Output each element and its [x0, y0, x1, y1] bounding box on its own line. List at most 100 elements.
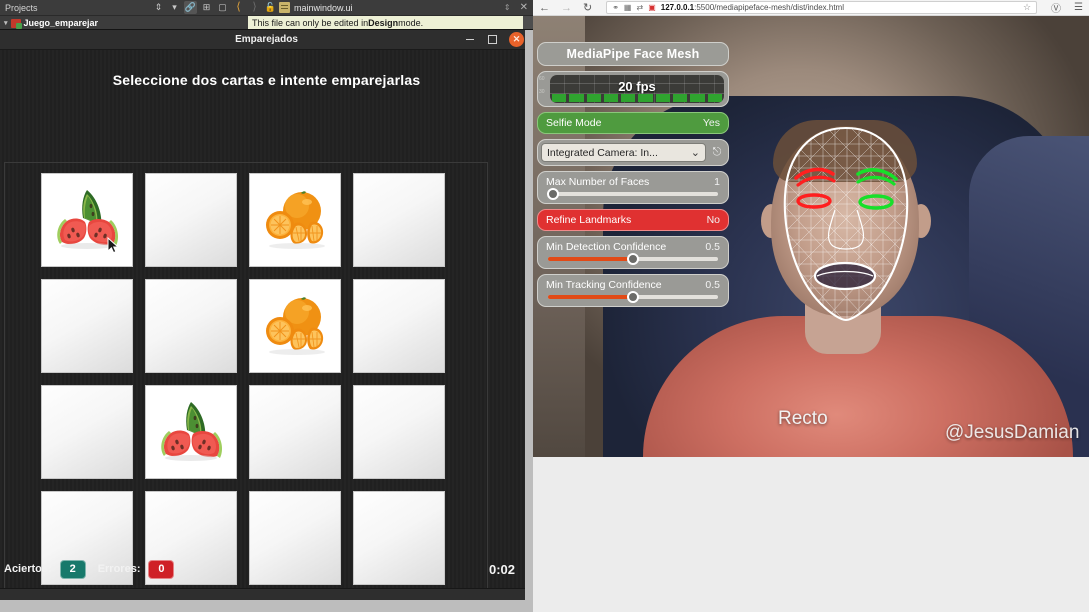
editor-file-tab[interactable]: mainwindow.ui ⇕ ✕ [277, 2, 533, 13]
slider-track[interactable] [547, 188, 718, 200]
game-status-bar: Aciertos: 2 Errores: 0 0:02 [0, 552, 533, 586]
selfie-mode-value: Yes [702, 117, 720, 129]
card-face-up[interactable] [249, 279, 341, 373]
file-tab-label: mainwindow.ui [294, 2, 353, 13]
split-add-icon[interactable]: ⊞ [200, 1, 213, 14]
ide-toolbar-icons: ⇕ ▾ 🔗 ⊞ ▢ ⟨ ⟩ 🔓 [152, 1, 277, 14]
app-titlebar: Emparejados ✕ [0, 30, 533, 50]
reader-icon[interactable]: ⇄ [636, 3, 643, 12]
face-outline [783, 126, 909, 322]
selfie-mode-label: Selfie Mode [546, 117, 602, 129]
tab-selector-icon[interactable]: ⇕ [504, 3, 511, 12]
slider-max-faces[interactable]: Max Number of Faces 1 [537, 171, 729, 204]
card-face-up[interactable] [145, 385, 237, 479]
errors-label: Errores: [97, 563, 141, 575]
browser-toolbar: ← → ↻ ⚭ ▦ ⇄ ▣ 127.0.0.1:5500/mediapipefa… [533, 0, 1089, 16]
refine-landmarks-value: No [706, 214, 720, 226]
slider-track[interactable] [548, 291, 718, 303]
shield-icon[interactable]: ⚭ [612, 3, 619, 12]
nav-forward-icon[interactable]: ⟩ [248, 1, 261, 14]
card-face-down[interactable] [249, 385, 341, 479]
mediapipe-control-panel: MediaPipe Face Mesh 60 30 20 fps Selfie … [537, 42, 729, 307]
browser-nav: ← → ↻ [539, 1, 592, 15]
maximize-button[interactable] [486, 33, 499, 46]
window-buttons: ✕ [463, 32, 533, 47]
slider-knob[interactable] [627, 291, 639, 303]
filter-icon[interactable]: ▾ [168, 1, 181, 14]
refine-landmarks-toggle[interactable]: Refine Landmarks No [537, 209, 729, 231]
app-window-title: Emparejados [235, 34, 298, 45]
webcam-canvas: Recto @JesusDamian MediaPipe Face Mesh 6… [533, 16, 1089, 457]
fps-bar [690, 94, 705, 102]
slider-knob[interactable] [547, 188, 560, 200]
project-node-label: Juego_emparejar [23, 18, 99, 28]
card-face-down[interactable] [353, 385, 445, 479]
collapse-icon[interactable]: ▢ [216, 1, 229, 14]
url-bar[interactable]: ⚭ ▦ ⇄ ▣ 127.0.0.1:5500/mediapipeface-mes… [606, 1, 1038, 14]
left-eye-landmark [796, 193, 832, 209]
emparejados-window: Emparejados ✕ Seleccione dos cartas e in… [0, 30, 533, 600]
hits-badge: 2 [59, 559, 86, 579]
project-icon [10, 18, 22, 29]
slider-knob[interactable] [627, 253, 639, 265]
ui-file-icon [279, 2, 290, 13]
card-face-down[interactable] [41, 279, 133, 373]
reload-icon[interactable]: ↻ [583, 1, 592, 14]
fps-bar [707, 94, 722, 102]
card-face-up[interactable] [41, 173, 133, 267]
orange-image [266, 191, 325, 249]
slider-label: Min Tracking Confidence [546, 279, 662, 291]
chevron-down-icon[interactable]: ▾ [4, 19, 8, 27]
project-tree-node[interactable]: ▾ Juego_emparejar [0, 16, 248, 30]
fps-bar [621, 94, 636, 102]
fps-bar [673, 94, 688, 102]
slider-label: Min Detection Confidence [546, 241, 667, 253]
errors-badge: 0 [148, 559, 175, 579]
card-face-down[interactable] [145, 173, 237, 267]
card-face-down[interactable] [41, 385, 133, 479]
pose-label: Recto [778, 408, 828, 429]
slider-fill [548, 257, 633, 261]
card-face-down[interactable] [145, 279, 237, 373]
hamburger-menu-icon[interactable]: ☰ [1074, 2, 1083, 13]
slider-min-tracking-confidence[interactable]: Min Tracking Confidence 0.5 [537, 274, 729, 307]
selfie-mode-toggle[interactable]: Selfie Mode Yes [537, 112, 729, 134]
fps-bar [603, 94, 619, 102]
refine-landmarks-label: Refine Landmarks [546, 214, 632, 226]
banner-prefix: This file can only be edited in [252, 18, 369, 28]
slider-track[interactable] [548, 253, 718, 265]
ide-second-row: ▾ Juego_emparejar This file can only be … [0, 16, 533, 30]
minimize-button[interactable] [463, 33, 476, 46]
banner-edge [523, 16, 533, 30]
hits-label: Aciertos: [4, 563, 52, 575]
slider-value: 0.5 [705, 241, 720, 253]
nav-back-icon[interactable]: ⟨ [232, 1, 245, 14]
slider-min-detection-confidence[interactable]: Min Detection Confidence 0.5 [537, 236, 729, 269]
forward-icon[interactable]: → [561, 2, 572, 14]
chevron-down-icon[interactable]: ⌄ [691, 146, 700, 159]
ide-bottom-gutter [0, 600, 533, 612]
web-page: Recto @JesusDamian MediaPipe Face Mesh 6… [533, 16, 1089, 612]
banner-suffix: mode. [398, 18, 424, 28]
fps-bar [552, 94, 567, 102]
card-face-down[interactable] [353, 279, 445, 373]
card-face-up[interactable] [249, 173, 341, 267]
lips-landmark [813, 261, 877, 291]
card-face-down[interactable] [353, 173, 445, 267]
ide-right-edge [525, 30, 533, 612]
card-grid-frame [4, 162, 488, 590]
upload-icon[interactable]: ⎋ [710, 146, 724, 159]
back-icon[interactable]: ← [539, 2, 550, 14]
camera-select-row: Integrated Camera: In... ⌄ ⎋ [537, 139, 729, 166]
link-sync-icon[interactable]: 🔗 [184, 1, 197, 14]
close-icon[interactable]: ✕ [515, 2, 533, 13]
camera-blocked-icon[interactable]: ▣ [648, 3, 656, 12]
lock-icon[interactable]: 🔓 [264, 1, 277, 14]
account-shield-icon[interactable]: Ⓥ [1051, 0, 1061, 15]
sort-selector-icon[interactable]: ⇕ [152, 1, 165, 14]
url-path: :5500/mediapipeface-mesh/dist/index.html [694, 3, 844, 12]
close-button[interactable]: ✕ [509, 32, 524, 47]
camera-select[interactable]: Integrated Camera: In... ⌄ [541, 143, 706, 162]
page-info-icon[interactable]: ▦ [624, 3, 632, 12]
bookmark-star-icon[interactable]: ☆ [1023, 2, 1031, 13]
